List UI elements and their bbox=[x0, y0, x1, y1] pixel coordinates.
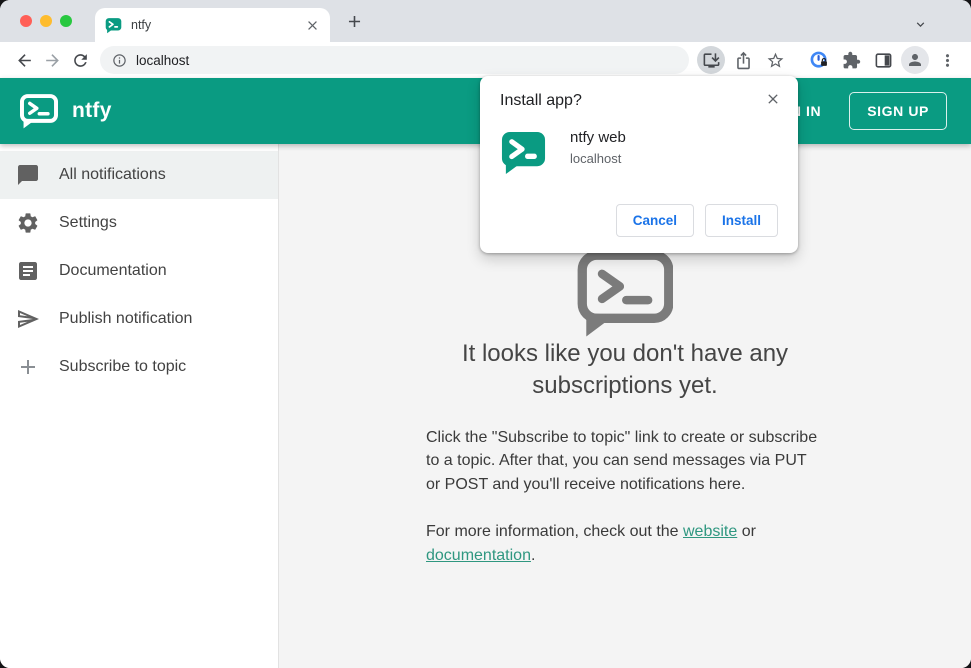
sidebar-item-subscribe-to-topic[interactable]: Subscribe to topic bbox=[0, 343, 278, 391]
empty-state-body: Click the "Subscribe to topic" link to c… bbox=[426, 428, 818, 493]
browser-tab-ntfy[interactable]: ntfy bbox=[95, 8, 330, 42]
tab-close-icon[interactable] bbox=[305, 18, 320, 33]
password-manager-icon[interactable] bbox=[805, 46, 833, 74]
forward-icon[interactable] bbox=[38, 46, 66, 74]
ntfy-favicon-icon bbox=[105, 17, 122, 34]
browser-toolbar: localhost bbox=[0, 42, 971, 78]
more-info-text: . bbox=[530, 546, 536, 564]
profile-avatar-icon[interactable] bbox=[901, 46, 929, 74]
article-icon bbox=[16, 259, 40, 283]
bookmark-star-icon[interactable] bbox=[761, 46, 789, 74]
sidebar-item-all-notifications[interactable]: All notifications bbox=[0, 151, 278, 199]
empty-state-headline: It looks like you don't have any subscri… bbox=[461, 340, 789, 399]
ntfy-watermark-icon bbox=[577, 250, 674, 337]
chat-icon bbox=[16, 163, 40, 187]
sidebar-item-documentation[interactable]: Documentation bbox=[0, 247, 278, 295]
more-info-text: or bbox=[737, 523, 756, 541]
window-controls bbox=[20, 15, 72, 27]
side-panel-icon[interactable] bbox=[869, 46, 897, 74]
site-info-icon[interactable] bbox=[112, 53, 127, 68]
menu-dots-icon[interactable] bbox=[933, 46, 961, 74]
dialog-app-info: ntfy web localhost bbox=[570, 129, 626, 166]
extensions-puzzle-icon[interactable] bbox=[837, 46, 865, 74]
plus-icon bbox=[16, 355, 40, 379]
share-icon[interactable] bbox=[729, 46, 757, 74]
sidebar: All notifications Settings Documentation… bbox=[0, 144, 279, 668]
dialog-close-icon[interactable] bbox=[762, 88, 784, 110]
empty-state: It looks like you don't have any subscri… bbox=[426, 250, 824, 567]
dialog-actions: Cancel Install bbox=[500, 204, 778, 237]
address-text: localhost bbox=[136, 52, 190, 68]
cancel-button[interactable]: Cancel bbox=[615, 204, 694, 237]
sidebar-item-label: Subscribe to topic bbox=[59, 358, 187, 375]
minimize-window-button[interactable] bbox=[40, 15, 52, 27]
sidebar-item-label: Documentation bbox=[59, 262, 167, 279]
address-bar[interactable]: localhost bbox=[100, 46, 689, 74]
ntfy-logo-icon bbox=[18, 93, 60, 129]
tab-search-chevron-icon[interactable] bbox=[913, 17, 928, 32]
ntfy-app-icon bbox=[500, 129, 547, 176]
dialog-app-name: ntfy web bbox=[570, 129, 626, 146]
gear-icon bbox=[16, 211, 40, 235]
dialog-title: Install app? bbox=[500, 92, 582, 109]
tab-strip: ntfy bbox=[0, 0, 971, 42]
sign-up-button[interactable]: SIGN UP bbox=[849, 92, 947, 130]
send-icon bbox=[16, 307, 40, 331]
maximize-window-button[interactable] bbox=[60, 15, 72, 27]
documentation-link[interactable]: documentation bbox=[426, 547, 531, 564]
more-info-text: For more information, check out the bbox=[426, 523, 683, 541]
website-link[interactable]: website bbox=[683, 523, 737, 540]
install-app-icon[interactable] bbox=[697, 46, 725, 74]
back-icon[interactable] bbox=[10, 46, 38, 74]
install-app-dialog: Install app? ntfy web localhost Cancel I… bbox=[480, 76, 798, 253]
sidebar-item-settings[interactable]: Settings bbox=[0, 199, 278, 247]
toolbar-actions bbox=[697, 46, 961, 74]
sidebar-item-label: Settings bbox=[59, 214, 117, 231]
browser-window: ntfy localhost ntfy IN SIGN UP All notif… bbox=[0, 0, 971, 668]
empty-state-more: For more information, check out the webs… bbox=[426, 520, 824, 567]
sidebar-item-publish-notification[interactable]: Publish notification bbox=[0, 295, 278, 343]
dialog-app-row: ntfy web localhost bbox=[500, 129, 778, 176]
install-button[interactable]: Install bbox=[704, 204, 778, 237]
tab-title: ntfy bbox=[131, 18, 152, 32]
sidebar-item-label: Publish notification bbox=[59, 310, 193, 327]
app-title: ntfy bbox=[72, 99, 112, 122]
reload-icon[interactable] bbox=[66, 46, 94, 74]
sidebar-item-label: All notifications bbox=[59, 166, 166, 183]
new-tab-button[interactable] bbox=[345, 12, 364, 31]
close-window-button[interactable] bbox=[20, 15, 32, 27]
dialog-app-origin: localhost bbox=[570, 151, 622, 166]
